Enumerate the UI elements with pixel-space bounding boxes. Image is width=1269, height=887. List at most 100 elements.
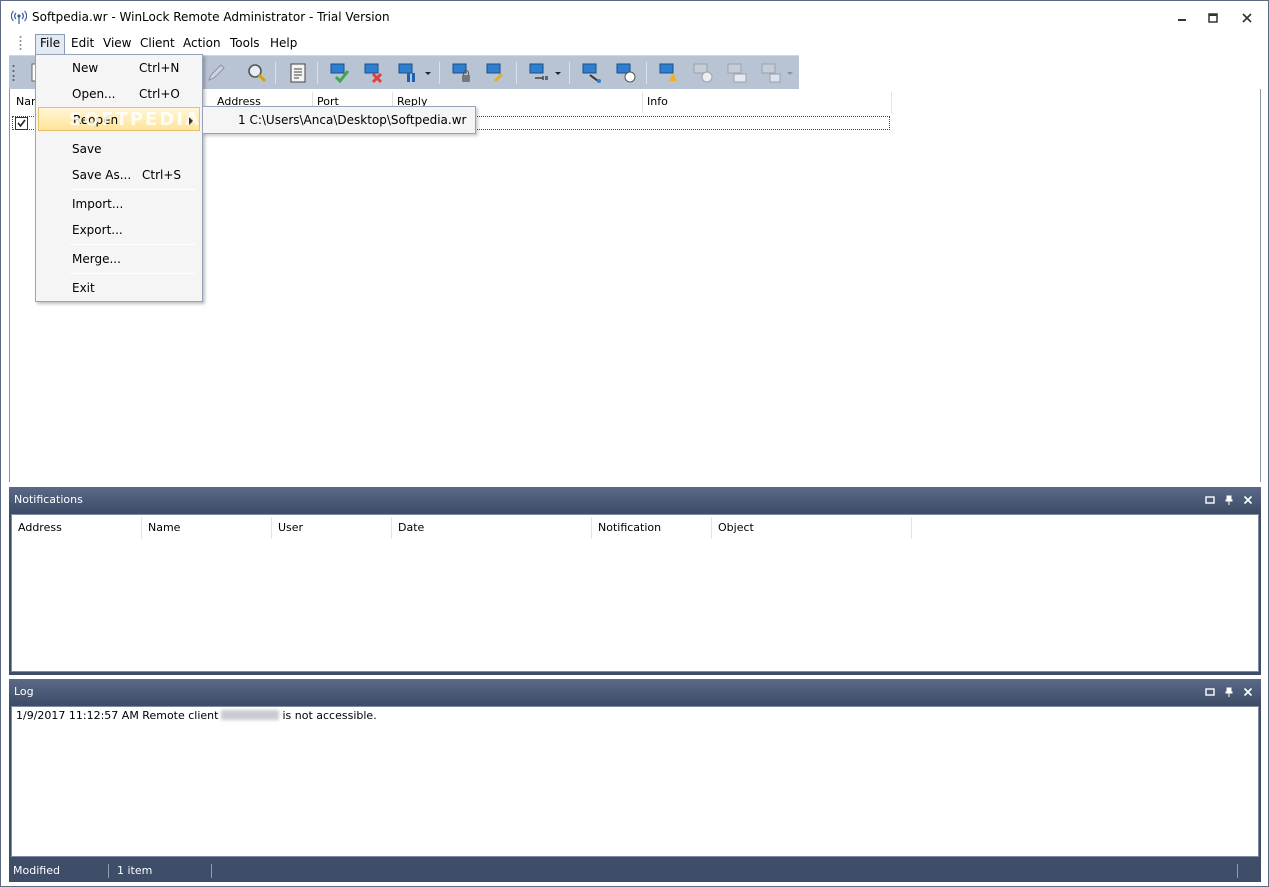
grip-icon[interactable] <box>19 35 22 51</box>
column-header-date[interactable]: Date <box>392 517 592 539</box>
warning-icon <box>693 63 713 83</box>
menu-item-label: Reopen <box>73 113 119 127</box>
float-icon[interactable] <box>1205 495 1215 505</box>
log-panel: Log 1/9/2017 11:12:57 AM Remote client is… <box>9 679 1261 860</box>
menu-item-label: Import... <box>72 197 124 211</box>
screenshot-button[interactable] <box>759 61 783 85</box>
column-header-name[interactable]: Name <box>142 517 272 539</box>
alert-button[interactable] <box>657 61 681 85</box>
toolbar-separator <box>516 62 517 84</box>
title-bar: Softpedia.wr - WinLock Remote Administra… <box>1 1 1268 32</box>
network-button[interactable] <box>580 61 604 85</box>
close-icon[interactable] <box>1243 687 1253 697</box>
log-panel-header: Log <box>9 679 1261 705</box>
app-window: Softpedia.wr - WinLock Remote Administra… <box>0 0 1269 887</box>
client-enable-icon <box>330 63 350 84</box>
power-dropdown[interactable] <box>553 61 563 85</box>
menu-item-label: Save As... <box>72 168 132 182</box>
column-header-address[interactable]: Address <box>12 517 142 539</box>
edit-icon <box>208 64 225 81</box>
chevron-down-icon <box>555 72 561 75</box>
checkmark-icon <box>17 119 26 128</box>
menu-item-open[interactable]: Open... Ctrl+O <box>38 82 200 106</box>
maximize-button[interactable] <box>1202 9 1224 27</box>
restore-icon <box>1208 13 1218 23</box>
status-divider <box>211 864 212 878</box>
client-enable-button[interactable] <box>328 61 352 85</box>
column-header-notification[interactable]: Notification <box>592 517 712 539</box>
menu-view[interactable]: View <box>99 34 135 54</box>
menu-file[interactable]: File <box>35 34 66 54</box>
close-button[interactable] <box>1236 9 1258 27</box>
recent-file-item[interactable]: 1 C:\Users\Anca\Desktop\Softpedia.wr <box>206 110 472 131</box>
menu-item-export[interactable]: Export... <box>38 218 200 242</box>
column-header-user[interactable]: User <box>272 517 392 539</box>
menu-item-merge[interactable]: Merge... <box>38 247 200 271</box>
search-icon <box>248 64 267 83</box>
menu-separator <box>70 273 196 274</box>
chevron-down-icon <box>425 72 431 75</box>
toolbar-separator <box>646 62 647 84</box>
menu-item-save-as[interactable]: Save As... Ctrl+S <box>38 163 200 187</box>
notifications-panel: Notifications Address Name User Date Not… <box>9 487 1261 675</box>
menu-item-save[interactable]: Save <box>38 137 200 161</box>
row-checkbox[interactable] <box>15 117 28 130</box>
chevron-down-icon <box>787 72 793 75</box>
screenshot-icon <box>761 63 781 83</box>
menu-item-exit[interactable]: Exit <box>38 276 200 300</box>
column-header-info[interactable]: Info <box>643 92 892 113</box>
close-icon[interactable] <box>1243 495 1253 505</box>
client-disable-button[interactable] <box>362 61 386 85</box>
column-header-object[interactable]: Object <box>712 517 912 539</box>
minimize-icon <box>1178 19 1186 21</box>
window-title: Softpedia.wr - WinLock Remote Administra… <box>32 10 390 24</box>
log-title: Log <box>14 685 34 698</box>
menu-item-import[interactable]: Import... <box>38 192 200 216</box>
column-header-name[interactable]: Nam <box>12 92 37 113</box>
menu-edit[interactable]: Edit <box>67 34 98 54</box>
network-icon <box>582 63 601 83</box>
float-icon[interactable] <box>1205 687 1215 697</box>
broadcast-icon <box>11 10 27 24</box>
terminal-button[interactable] <box>725 61 749 85</box>
message-button[interactable] <box>614 61 638 85</box>
report-button[interactable] <box>286 61 310 85</box>
reopen-submenu: 1 C:\Users\Anca\Desktop\Softpedia.wr <box>202 106 476 134</box>
unlock-button[interactable] <box>484 61 508 85</box>
close-icon <box>1242 13 1252 23</box>
screenshot-dropdown[interactable] <box>785 61 795 85</box>
notifications-title: Notifications <box>14 493 83 506</box>
message-icon <box>616 63 636 83</box>
pause-button[interactable] <box>396 61 420 85</box>
pin-icon[interactable] <box>1224 495 1234 505</box>
grip-icon[interactable] <box>12 64 15 82</box>
menu-item-new[interactable]: New Ctrl+N <box>38 56 200 80</box>
pause-dropdown[interactable] <box>423 61 433 85</box>
minimize-button[interactable] <box>1171 9 1193 27</box>
notifications-grid: Address Name User Date Notification Obje… <box>11 514 1259 672</box>
menu-help[interactable]: Help <box>266 34 301 54</box>
menu-item-label: Exit <box>72 281 95 295</box>
warning-button[interactable] <box>691 61 715 85</box>
menu-item-shortcut: Ctrl+N <box>139 61 180 75</box>
lock-button[interactable] <box>450 61 474 85</box>
pause-icon <box>398 63 415 82</box>
menu-tools[interactable]: Tools <box>226 34 264 54</box>
alert-icon <box>659 63 677 81</box>
menu-item-shortcut: Ctrl+S <box>142 168 182 182</box>
edit-button[interactable] <box>204 61 228 85</box>
unlock-icon <box>486 63 504 83</box>
search-button[interactable] <box>245 61 269 85</box>
power-button[interactable] <box>527 61 551 85</box>
file-menu: New Ctrl+N Open... Ctrl+O Reopen SOFTPED… <box>35 54 203 302</box>
toolbar-separator <box>439 62 440 84</box>
menu-separator <box>70 189 196 190</box>
menu-item-reopen[interactable]: Reopen SOFTPEDIA <box>38 107 200 131</box>
menu-separator <box>70 244 196 245</box>
pin-icon[interactable] <box>1224 687 1234 697</box>
toolbar-separator <box>569 62 570 84</box>
redacted-address <box>221 710 280 720</box>
menu-client[interactable]: Client <box>136 34 179 54</box>
lock-icon <box>452 63 470 82</box>
menu-action[interactable]: Action <box>179 34 225 54</box>
